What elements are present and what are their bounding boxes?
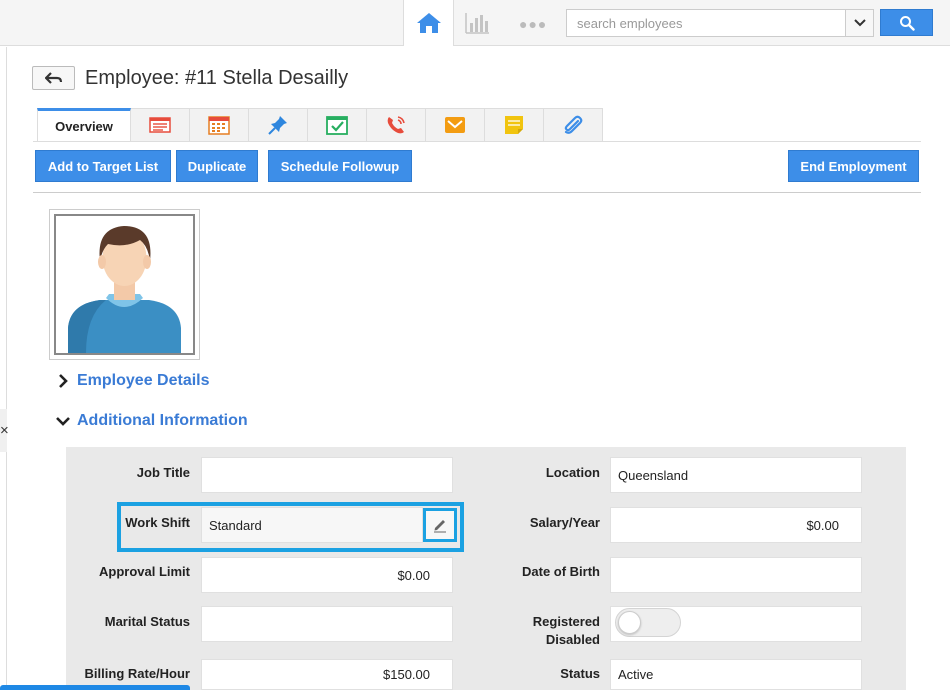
back-arrow-icon (44, 72, 62, 84)
additional-information-toggle[interactable]: Additional Information (55, 412, 248, 430)
toggle-knob (618, 611, 641, 634)
approval-limit-label: Approval Limit (98, 564, 190, 579)
reports-button[interactable] (463, 10, 491, 36)
search-dropdown-button[interactable] (846, 9, 874, 37)
marital-status-label: Marital Status (104, 614, 190, 629)
attachment-icon (564, 115, 583, 134)
registered-disabled-label: Registered Disabled (480, 613, 600, 649)
bar-chart-icon (465, 13, 489, 34)
search-icon (899, 15, 915, 31)
date-of-birth-field[interactable] (610, 557, 862, 593)
tab-pin[interactable] (249, 108, 308, 141)
tab-overview[interactable]: Overview (37, 108, 131, 142)
tab-calendar[interactable] (190, 108, 249, 141)
tabs-divider (33, 141, 921, 142)
chevron-down-icon (56, 417, 70, 426)
end-employment-button[interactable]: End Employment (788, 150, 919, 182)
location-label: Location (545, 465, 600, 480)
chevron-right-icon (59, 374, 68, 388)
tab-list[interactable] (131, 108, 190, 141)
approval-limit-field[interactable]: $0.00 (201, 557, 453, 593)
list-icon (149, 117, 171, 133)
status-label: Status (560, 666, 600, 681)
add-to-target-list-button[interactable]: Add to Target List (35, 150, 171, 182)
duplicate-button[interactable]: Duplicate (176, 150, 258, 182)
schedule-followup-button[interactable]: Schedule Followup (268, 150, 412, 182)
page-title: Employee: #11 Stella Desailly (85, 67, 349, 89)
record-tabs: Overview (37, 108, 603, 142)
tab-phone[interactable] (367, 108, 426, 141)
person-avatar-icon (68, 226, 181, 353)
job-title-label: Job Title (136, 465, 190, 480)
employee-details-heading: Employee Details (77, 372, 210, 389)
search-input[interactable] (566, 9, 846, 37)
tab-attachment[interactable] (544, 108, 603, 141)
avatar (54, 214, 195, 355)
registered-disabled-label-line2: Disabled (545, 632, 600, 647)
back-button[interactable] (32, 66, 75, 90)
employee-photo[interactable] (49, 209, 200, 360)
chevron-down-icon (853, 19, 866, 27)
email-icon (445, 117, 465, 133)
note-icon (505, 116, 523, 134)
location-field[interactable]: Queensland (610, 457, 862, 493)
salary-year-field[interactable]: $0.00 (610, 507, 862, 543)
left-sidebar-edge (0, 47, 7, 690)
registered-disabled-toggle[interactable] (615, 608, 681, 637)
billing-rate-field[interactable]: $150.00 (201, 659, 453, 690)
task-icon (326, 116, 348, 135)
actions-divider (33, 192, 921, 193)
status-field[interactable]: Active (610, 659, 862, 690)
search-button[interactable] (880, 9, 933, 36)
tab-task[interactable] (308, 108, 367, 141)
home-button[interactable] (403, 0, 454, 46)
pencil-icon (434, 520, 446, 533)
work-shift-highlight (117, 502, 464, 552)
date-of-birth-label: Date of Birth (522, 564, 600, 579)
additional-information-heading: Additional Information (77, 412, 248, 429)
salary-year-label: Salary/Year (529, 515, 600, 530)
more-dots-icon[interactable]: ●●● (519, 16, 547, 32)
marital-status-field[interactable] (201, 606, 453, 642)
registered-disabled-label-line1: Registered (532, 614, 600, 629)
calendar-icon (208, 116, 230, 135)
work-shift-edit-button[interactable] (423, 508, 457, 542)
job-title-field[interactable] (201, 457, 453, 493)
employee-details-toggle[interactable]: Employee Details (55, 372, 210, 390)
phone-icon (387, 116, 405, 134)
close-icon[interactable]: × (0, 422, 9, 439)
bottom-notification-bar (0, 685, 190, 690)
pin-icon (268, 116, 287, 135)
home-icon (416, 13, 441, 33)
billing-rate-label: Billing Rate/Hour (84, 666, 190, 681)
tab-email[interactable] (426, 108, 485, 141)
tab-note[interactable] (485, 108, 544, 141)
